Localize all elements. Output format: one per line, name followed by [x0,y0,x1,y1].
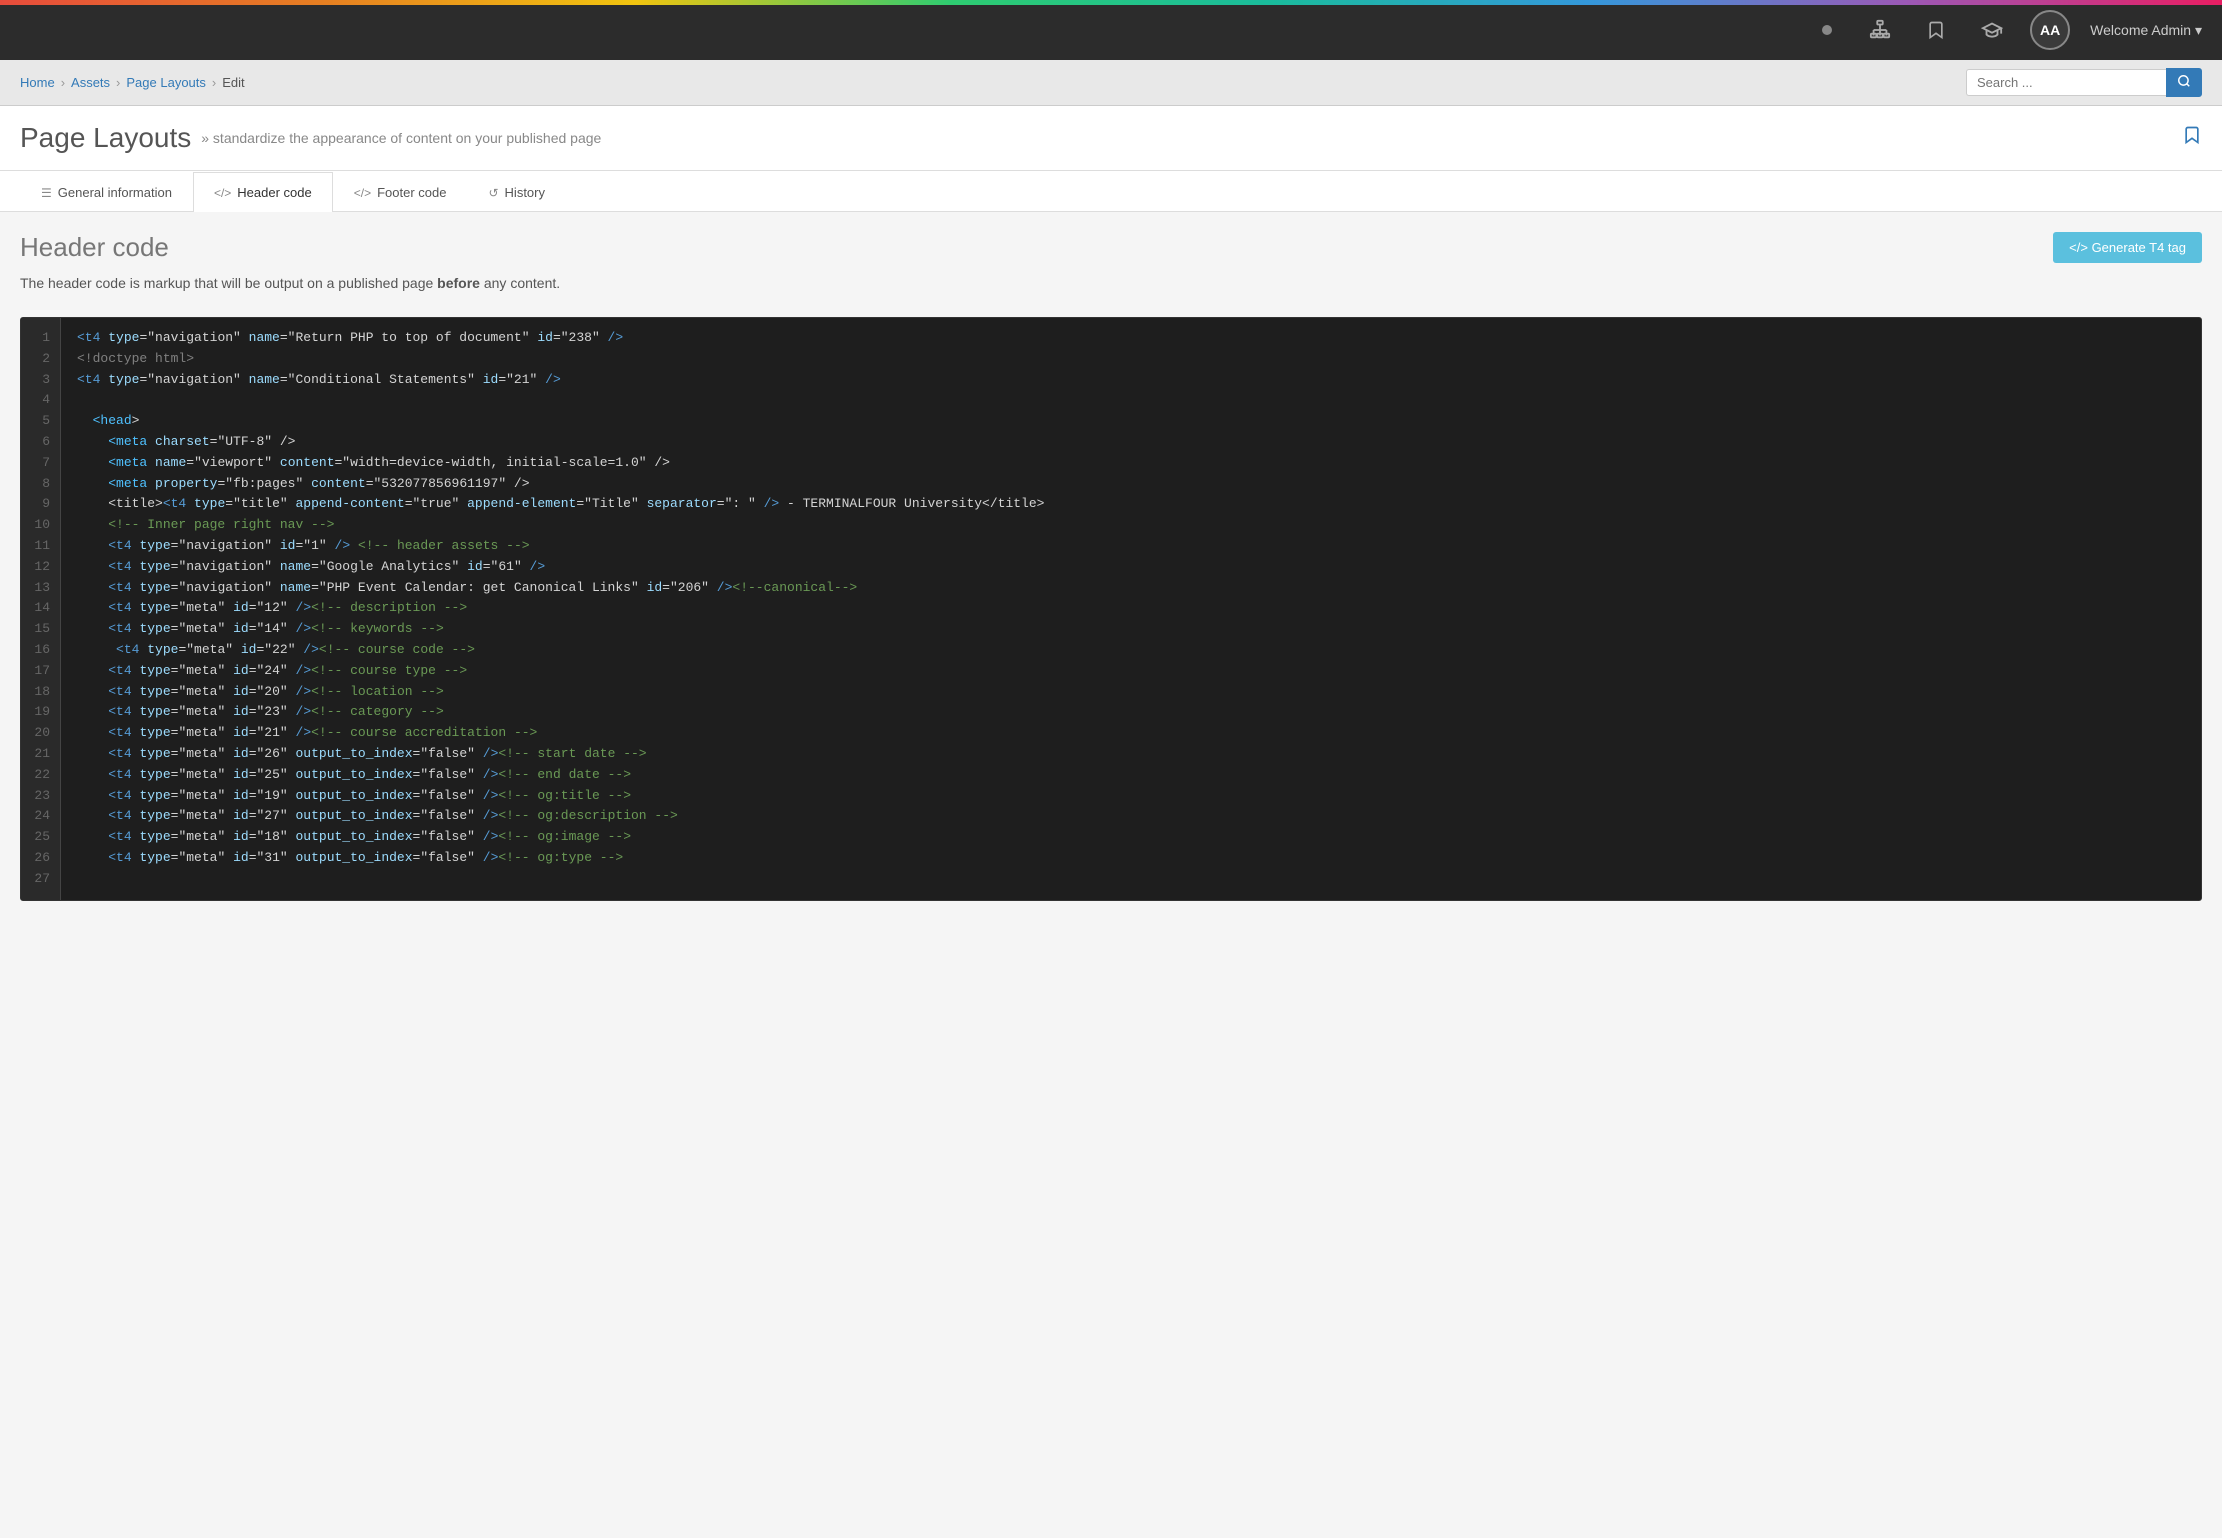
tab-history-label: History [505,185,545,200]
code-line [77,390,2185,411]
search-bar [1966,68,2202,97]
tab-general-information[interactable]: ☰ General information [20,172,193,212]
welcome-dropdown[interactable]: Welcome Admin ▾ [2090,22,2202,39]
code-line: <t4 type="meta" id="12" /><!-- descripti… [77,598,2185,619]
page-header: Page Layouts » standardize the appearanc… [0,106,2222,171]
code-line: <t4 type="meta" id="20" /><!-- location … [77,682,2185,703]
graduation-icon[interactable] [1974,12,2010,48]
tab-header-code[interactable]: </> Header code [193,172,333,212]
code-line: <t4 type="navigation" name="Google Analy… [77,557,2185,578]
line-numbers: 1234567891011121314151617181920212223242… [21,318,61,900]
code-line: <t4 type="meta" id="18" output_to_index=… [77,827,2185,848]
section-description: The header code is markup that will be o… [20,275,560,291]
code-line: <t4 type="navigation" name="PHP Event Ca… [77,578,2185,599]
breadcrumb-edit: Edit [222,75,244,90]
general-info-icon: ☰ [41,186,52,200]
code-line: <t4 type="meta" id="25" output_to_index=… [77,765,2185,786]
breadcrumb: Home › Assets › Page Layouts › Edit [20,75,245,90]
main-content: Header code The header code is markup th… [0,212,2222,921]
tab-footer-code[interactable]: </> Footer code [333,172,468,212]
section-title-area: Header code The header code is markup th… [20,232,560,307]
breadcrumb-sep-2: › [116,75,120,90]
breadcrumb-sep-3: › [212,75,216,90]
history-icon: ↺ [488,186,498,200]
breadcrumb-bar: Home › Assets › Page Layouts › Edit [0,60,2222,106]
code-line: <meta charset="UTF-8" /> [77,432,2185,453]
page-subtitle: » standardize the appearance of content … [201,130,601,146]
code-line: <t4 type="meta" id="19" output_to_index=… [77,786,2185,807]
section-title: Header code [20,232,560,263]
search-button[interactable] [2166,68,2202,97]
tab-general-label: General information [58,185,172,200]
code-line: <t4 type="meta" id="14" /><!-- keywords … [77,619,2185,640]
rainbow-bar [0,0,2222,5]
code-line: <t4 type="navigation" name="Conditional … [77,370,2185,391]
code-line: <meta property="fb:pages" content="53207… [77,474,2185,495]
code-line: <t4 type="meta" id="31" output_to_index=… [77,848,2185,869]
code-line: <t4 type="meta" id="21" /><!-- course ac… [77,723,2185,744]
code-line: <t4 type="meta" id="24" /><!-- course ty… [77,661,2185,682]
search-input[interactable] [1966,69,2166,96]
code-line: <t4 type="meta" id="22" /><!-- course co… [77,640,2185,661]
page-title-area: Page Layouts » standardize the appearanc… [20,122,601,154]
page-bookmark-icon[interactable] [2182,124,2202,152]
code-lines-container: 1234567891011121314151617181920212223242… [21,318,2201,900]
code-line: <!doctype html> [77,349,2185,370]
code-line: <t4 type="meta" id="26" output_to_index=… [77,744,2185,765]
top-navigation: AA Welcome Admin ▾ [0,0,2222,60]
code-content[interactable]: <t4 type="navigation" name="Return PHP t… [61,318,2201,900]
code-line: <t4 type="meta" id="27" output_to_index=… [77,806,2185,827]
tab-history[interactable]: ↺ History [467,172,566,212]
status-dot [1822,25,1832,35]
bookmark-nav-icon[interactable] [1918,12,1954,48]
tabs-bar: ☰ General information </> Header code </… [0,171,2222,212]
code-line: <title><t4 type="title" append-content="… [77,494,2185,515]
breadcrumb-page-layouts[interactable]: Page Layouts [126,75,206,90]
tab-header-label: Header code [237,185,311,200]
code-line [77,869,2185,890]
code-line: <head> [77,411,2185,432]
tab-footer-label: Footer code [377,185,446,200]
code-editor[interactable]: 1234567891011121314151617181920212223242… [20,317,2202,901]
code-line: <t4 type="navigation" id="1" /> <!-- hea… [77,536,2185,557]
generate-t4-tag-button[interactable]: </> Generate T4 tag [2053,232,2202,263]
org-chart-icon[interactable] [1862,12,1898,48]
section-header: Header code The header code is markup th… [20,232,2202,307]
code-line: <t4 type="navigation" name="Return PHP t… [77,328,2185,349]
avatar: AA [2030,10,2070,50]
breadcrumb-home[interactable]: Home [20,75,55,90]
code-line: <t4 type="meta" id="23" /><!-- category … [77,702,2185,723]
breadcrumb-assets[interactable]: Assets [71,75,110,90]
code-line: <!-- Inner page right nav --> [77,515,2185,536]
breadcrumb-sep-1: › [61,75,65,90]
code-line: <meta name="viewport" content="width=dev… [77,453,2185,474]
header-code-icon: </> [214,186,231,200]
footer-code-icon: </> [354,186,371,200]
page-title: Page Layouts [20,122,191,154]
